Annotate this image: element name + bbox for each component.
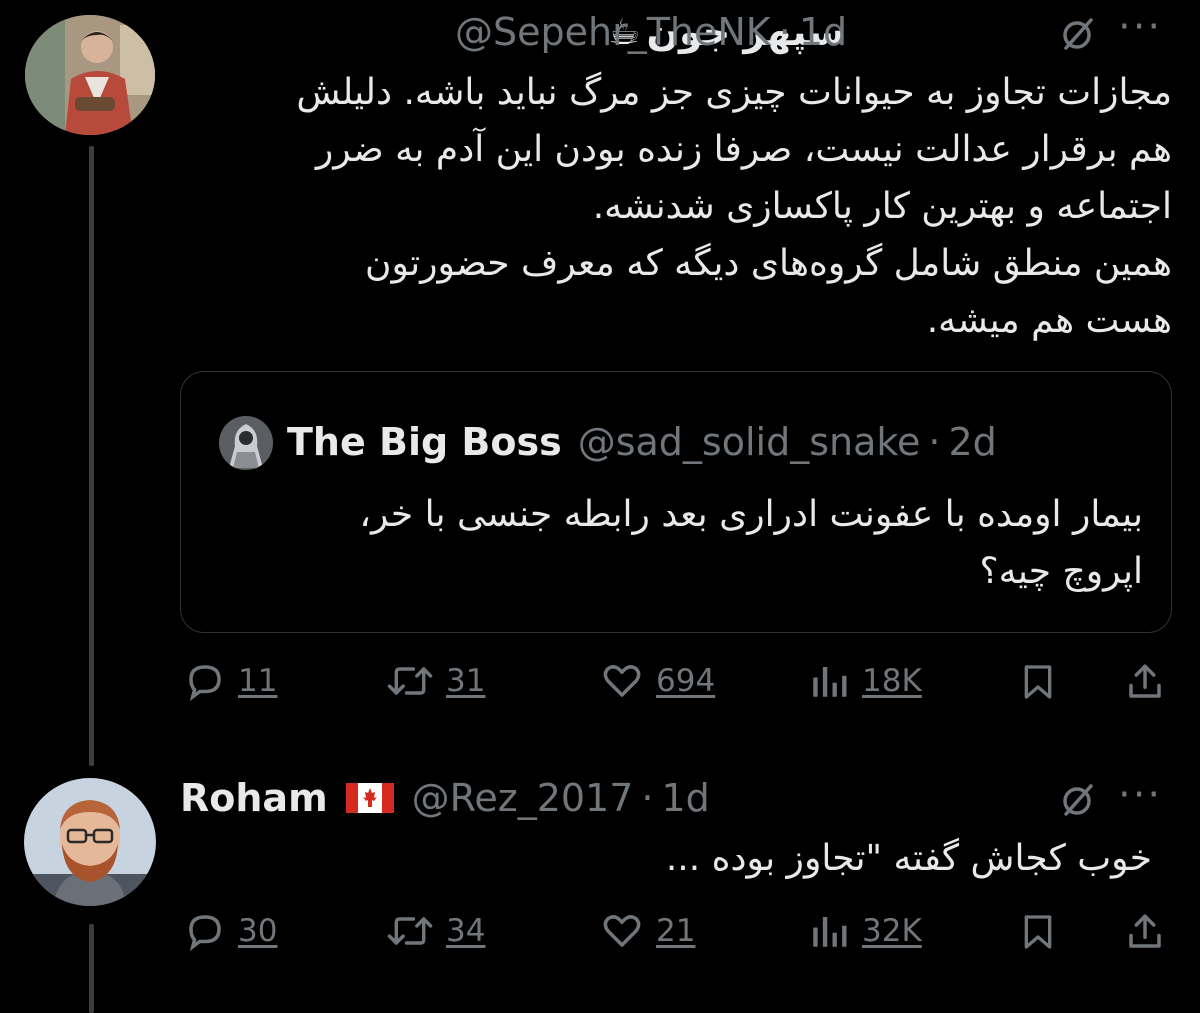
like-count: 694 — [656, 663, 716, 699]
author-handle[interactable]: @Rez_2017 — [412, 776, 634, 820]
retweet-button[interactable]: 31 — [386, 660, 485, 702]
retweet-icon — [387, 667, 433, 695]
retweet-button[interactable]: 34 — [386, 910, 485, 952]
quoted-timestamp[interactable]: 2d — [948, 420, 996, 464]
views-button[interactable]: 32K — [808, 910, 922, 952]
views-icon — [813, 917, 847, 947]
reply-icon — [189, 915, 221, 952]
quoted-tweet-card[interactable]: The Big Boss @sad_solid_snake · 2d بیمار… — [180, 371, 1172, 633]
timestamp[interactable]: 1d — [662, 776, 710, 820]
grok-icon[interactable] — [1058, 14, 1098, 58]
views-button[interactable]: 18K — [808, 660, 922, 702]
thread-line-1 — [89, 146, 94, 766]
reply-count: 11 — [238, 663, 278, 699]
tweet-text-line: مجازات تجاوز به حیوانات چیزی جز مرگ نبای… — [296, 72, 1172, 113]
dot-separator: · — [778, 10, 791, 54]
author-handle[interactable]: @Sepehr_TheNK — [455, 10, 771, 54]
quoted-text-line: بیمار اومده با عفونت ادراری بعد رابطه جن… — [359, 494, 1143, 535]
views-count: 32K — [862, 913, 922, 949]
views-count: 18K — [862, 663, 922, 699]
more-icon[interactable]: ··· — [1118, 4, 1162, 50]
like-button[interactable]: 694 — [600, 660, 715, 702]
action-bar: 11 31 694 18K — [180, 660, 1170, 710]
like-button[interactable]: 21 — [600, 910, 695, 952]
share-button[interactable] — [1124, 660, 1166, 704]
retweet-count: 31 — [446, 663, 486, 699]
bookmark-icon — [1024, 915, 1052, 949]
share-icon — [1129, 914, 1161, 948]
quoted-avatar — [219, 416, 273, 470]
like-count: 21 — [656, 913, 696, 949]
dot-separator: · — [928, 420, 941, 464]
tweet-text-line: اجتماعه و بهترین کار پاکسازی شدنشه. — [592, 186, 1172, 227]
reply-count: 30 — [238, 913, 278, 949]
bookmark-icon — [1024, 665, 1052, 699]
bookmark-button[interactable] — [1018, 660, 1058, 704]
bookmark-button[interactable] — [1018, 910, 1058, 954]
grok-icon[interactable] — [1058, 780, 1098, 824]
quoted-author-name[interactable]: The Big Boss — [287, 420, 562, 464]
reply-button[interactable]: 11 — [184, 660, 277, 702]
reply-icon — [189, 665, 221, 702]
quoted-text-line: اپروچ چیه؟ — [979, 551, 1143, 592]
tweet-text-line: همین منطق شامل گروه‌های دیگه که معرف حضو… — [365, 243, 1172, 284]
share-button[interactable] — [1124, 910, 1166, 954]
like-icon — [603, 915, 641, 947]
share-icon — [1129, 664, 1161, 698]
timestamp[interactable]: 1d — [799, 10, 847, 54]
dot-separator: · — [641, 776, 654, 820]
quoted-author-handle[interactable]: @sad_solid_snake — [578, 420, 921, 464]
thread-line-2 — [89, 924, 94, 1013]
views-icon — [813, 667, 847, 697]
more-icon[interactable]: ··· — [1118, 772, 1162, 818]
retweet-count: 34 — [446, 913, 486, 949]
retweet-icon — [387, 917, 433, 945]
canada-flag — [345, 783, 394, 813]
reply-button[interactable]: 30 — [184, 910, 277, 952]
avatar[interactable] — [24, 778, 156, 906]
tweet-text-line: خوب کجاش گفته "تجاوز بوده ... — [665, 838, 1152, 879]
tweet-text-line: هست هم میشه. — [926, 300, 1172, 341]
avatar[interactable] — [25, 15, 155, 135]
like-icon — [603, 665, 641, 697]
author-name[interactable]: Roham — [180, 776, 328, 820]
action-bar: 30 34 21 32K — [180, 910, 1170, 960]
tweet-text-line: هم برقرار عدالت نیست، صرفا زنده بودن این… — [315, 129, 1172, 170]
